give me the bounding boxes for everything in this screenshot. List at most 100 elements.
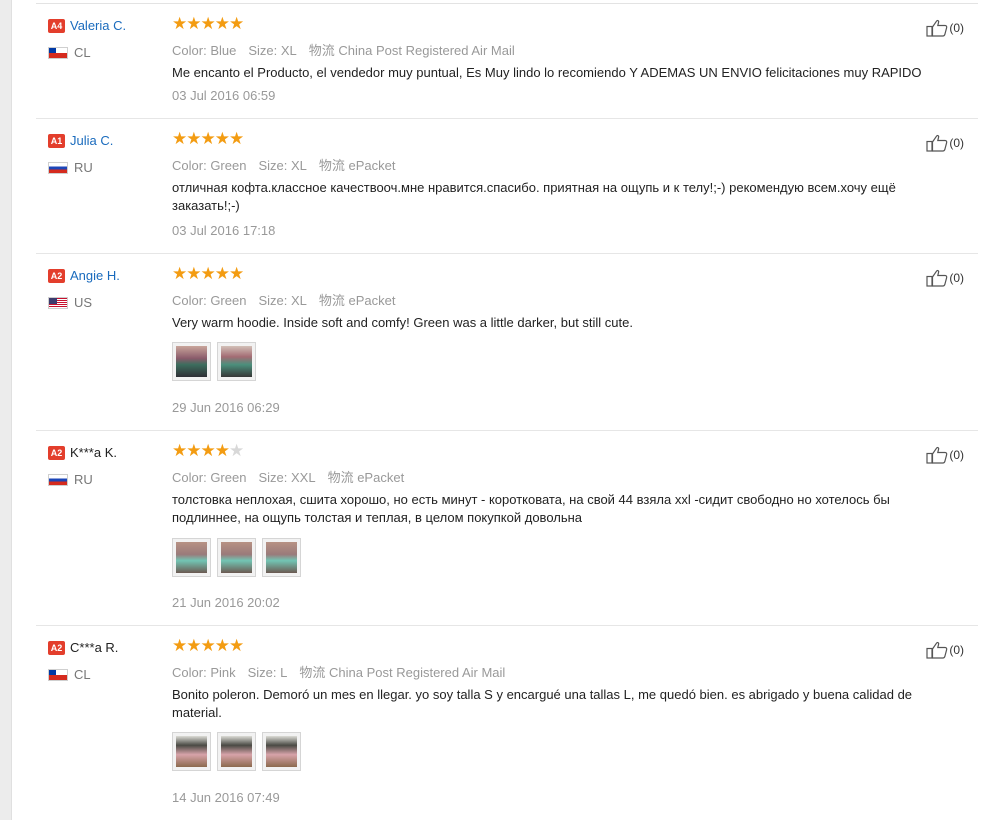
star-rating: ★★★★★ (172, 14, 244, 33)
size-value: L (280, 665, 288, 680)
review-photo-thumbnail[interactable] (217, 342, 256, 381)
reviewer-country: RU (74, 472, 93, 488)
reviewer-name[interactable]: Julia C. (70, 133, 113, 148)
star-icon: ★ (186, 636, 201, 655)
review-text: толстовка неплохая, сшита хорошо, но ест… (172, 492, 890, 525)
reviewer-name[interactable]: C***a R. (70, 640, 118, 655)
thumbs-up-icon[interactable] (926, 134, 948, 152)
thumbs-up-icon[interactable] (926, 19, 948, 37)
star-icon: ★ (214, 14, 230, 33)
color-value: Blue (210, 43, 237, 58)
size-label: Size: (258, 293, 288, 308)
country-flag-icon (48, 296, 68, 309)
logistics-label: 物流 (308, 43, 335, 58)
order-info: Color: Green Size: XL 物流 ePacket (172, 290, 396, 309)
star-rating: ★★★★★ (172, 636, 244, 655)
review-item: A2 C***a R. CL ★★★★★ Color: Pink Size: L 物流… (36, 626, 978, 819)
color-label: Color: (172, 470, 207, 485)
order-info: Color: Green Size: XL 物流 ePacket (172, 155, 396, 174)
helpful-button[interactable]: (0) (926, 19, 964, 39)
reviewer-country: CL (74, 45, 91, 61)
helpful-count: (0) (949, 21, 964, 35)
star-icon: ★ (229, 14, 244, 33)
review-text: Bonito poleron. Demoró un mes en llegar.… (172, 687, 913, 720)
helpful-count: (0) (949, 271, 964, 285)
helpful-button[interactable]: (0) (926, 134, 964, 154)
helpful-button[interactable]: (0) (926, 269, 964, 289)
helpful-count: (0) (949, 136, 964, 150)
review-item: A4 Valeria C. CL ★★★★★ Color: Blue Size: X… (36, 4, 978, 119)
star-rating: ★★★★★ (172, 441, 244, 460)
order-info: Color: Blue Size: XL 物流 China Post Registe… (172, 40, 515, 59)
color-value: Green (210, 470, 247, 485)
helpful-count: (0) (949, 643, 964, 657)
review-photos (172, 342, 262, 381)
color-value: Green (210, 158, 247, 173)
reviewer-name[interactable]: K***a K. (70, 445, 117, 460)
star-icon: ★ (172, 636, 187, 655)
review-photo-thumbnail[interactable] (172, 342, 211, 381)
color-label: Color: (172, 665, 207, 680)
review-photo-thumbnail[interactable] (262, 538, 301, 577)
review-date: 03 Jul 2016 17:18 (172, 223, 276, 238)
buyer-level-badge: A2 (48, 268, 65, 283)
star-icon: ★ (200, 441, 216, 460)
review-photos (172, 538, 307, 577)
size-value: XL (280, 43, 297, 58)
star-rating: ★★★★★ (172, 129, 244, 148)
left-gutter (0, 0, 12, 820)
logistics-label: 物流 (299, 665, 326, 680)
star-icon: ★ (172, 129, 187, 148)
star-icon: ★ (200, 636, 216, 655)
star-icon: ★ (172, 264, 187, 283)
color-label: Color: (172, 293, 207, 308)
buyer-level-badge: A1 (48, 133, 65, 148)
color-label: Color: (172, 158, 207, 173)
review-photo-thumbnail[interactable] (217, 538, 256, 577)
size-label: Size: (248, 43, 278, 58)
review-photo-thumbnail[interactable] (262, 732, 301, 771)
star-icon: ★ (186, 14, 201, 33)
size-label: Size: (247, 665, 277, 680)
reviewer-country: RU (74, 160, 93, 176)
review-photo-thumbnail[interactable] (172, 538, 211, 577)
country-flag-icon (48, 46, 68, 59)
star-icon: ★ (214, 129, 230, 148)
logistics-label: 物流 (327, 470, 354, 485)
reviewer-name[interactable]: Valeria C. (70, 18, 126, 33)
review-item: A2 K***a K. RU ★★★★★ Color: Green Size: XX… (36, 431, 978, 626)
review-date: 21 Jun 2016 20:02 (172, 595, 280, 610)
size-label: Size: (258, 470, 288, 485)
star-icon: ★ (186, 129, 201, 148)
thumbs-up-icon[interactable] (926, 641, 948, 659)
review-text: Very warm hoodie. Inside soft and comfy!… (172, 315, 633, 330)
review-date: 29 Jun 2016 06:29 (172, 400, 280, 415)
star-icon: ★ (186, 264, 201, 283)
review-date: 03 Jul 2016 06:59 (172, 88, 276, 103)
helpful-button[interactable]: (0) (926, 446, 964, 466)
shipping-method: ePacket (357, 470, 405, 485)
reviewer-country: US (74, 295, 93, 311)
country-flag-icon (48, 473, 68, 486)
review-photos (172, 732, 307, 771)
helpful-button[interactable]: (0) (926, 641, 964, 661)
review-text: Me encanto el Producto, el vendedor muy … (172, 65, 922, 80)
thumbs-up-icon[interactable] (926, 446, 948, 464)
size-value: XL (290, 293, 307, 308)
review-item: A1 Julia C. RU ★★★★★ Color: Green Size: XL… (36, 119, 978, 254)
shipping-method: ePacket (348, 158, 396, 173)
thumbs-up-icon[interactable] (926, 269, 948, 287)
star-icon: ★ (186, 441, 201, 460)
review-photo-thumbnail[interactable] (172, 732, 211, 771)
reviewer-name[interactable]: Angie H. (70, 268, 120, 283)
country-flag-icon (48, 668, 68, 681)
star-icon: ★ (229, 636, 244, 655)
star-icon: ★ (229, 129, 244, 148)
star-icon: ★ (214, 636, 230, 655)
star-icon: ★ (200, 14, 216, 33)
star-icon: ★ (172, 14, 187, 33)
country-flag-icon (48, 161, 68, 174)
review-photo-thumbnail[interactable] (217, 732, 256, 771)
buyer-level-badge: A2 (48, 445, 65, 460)
star-icon: ★ (229, 264, 244, 283)
